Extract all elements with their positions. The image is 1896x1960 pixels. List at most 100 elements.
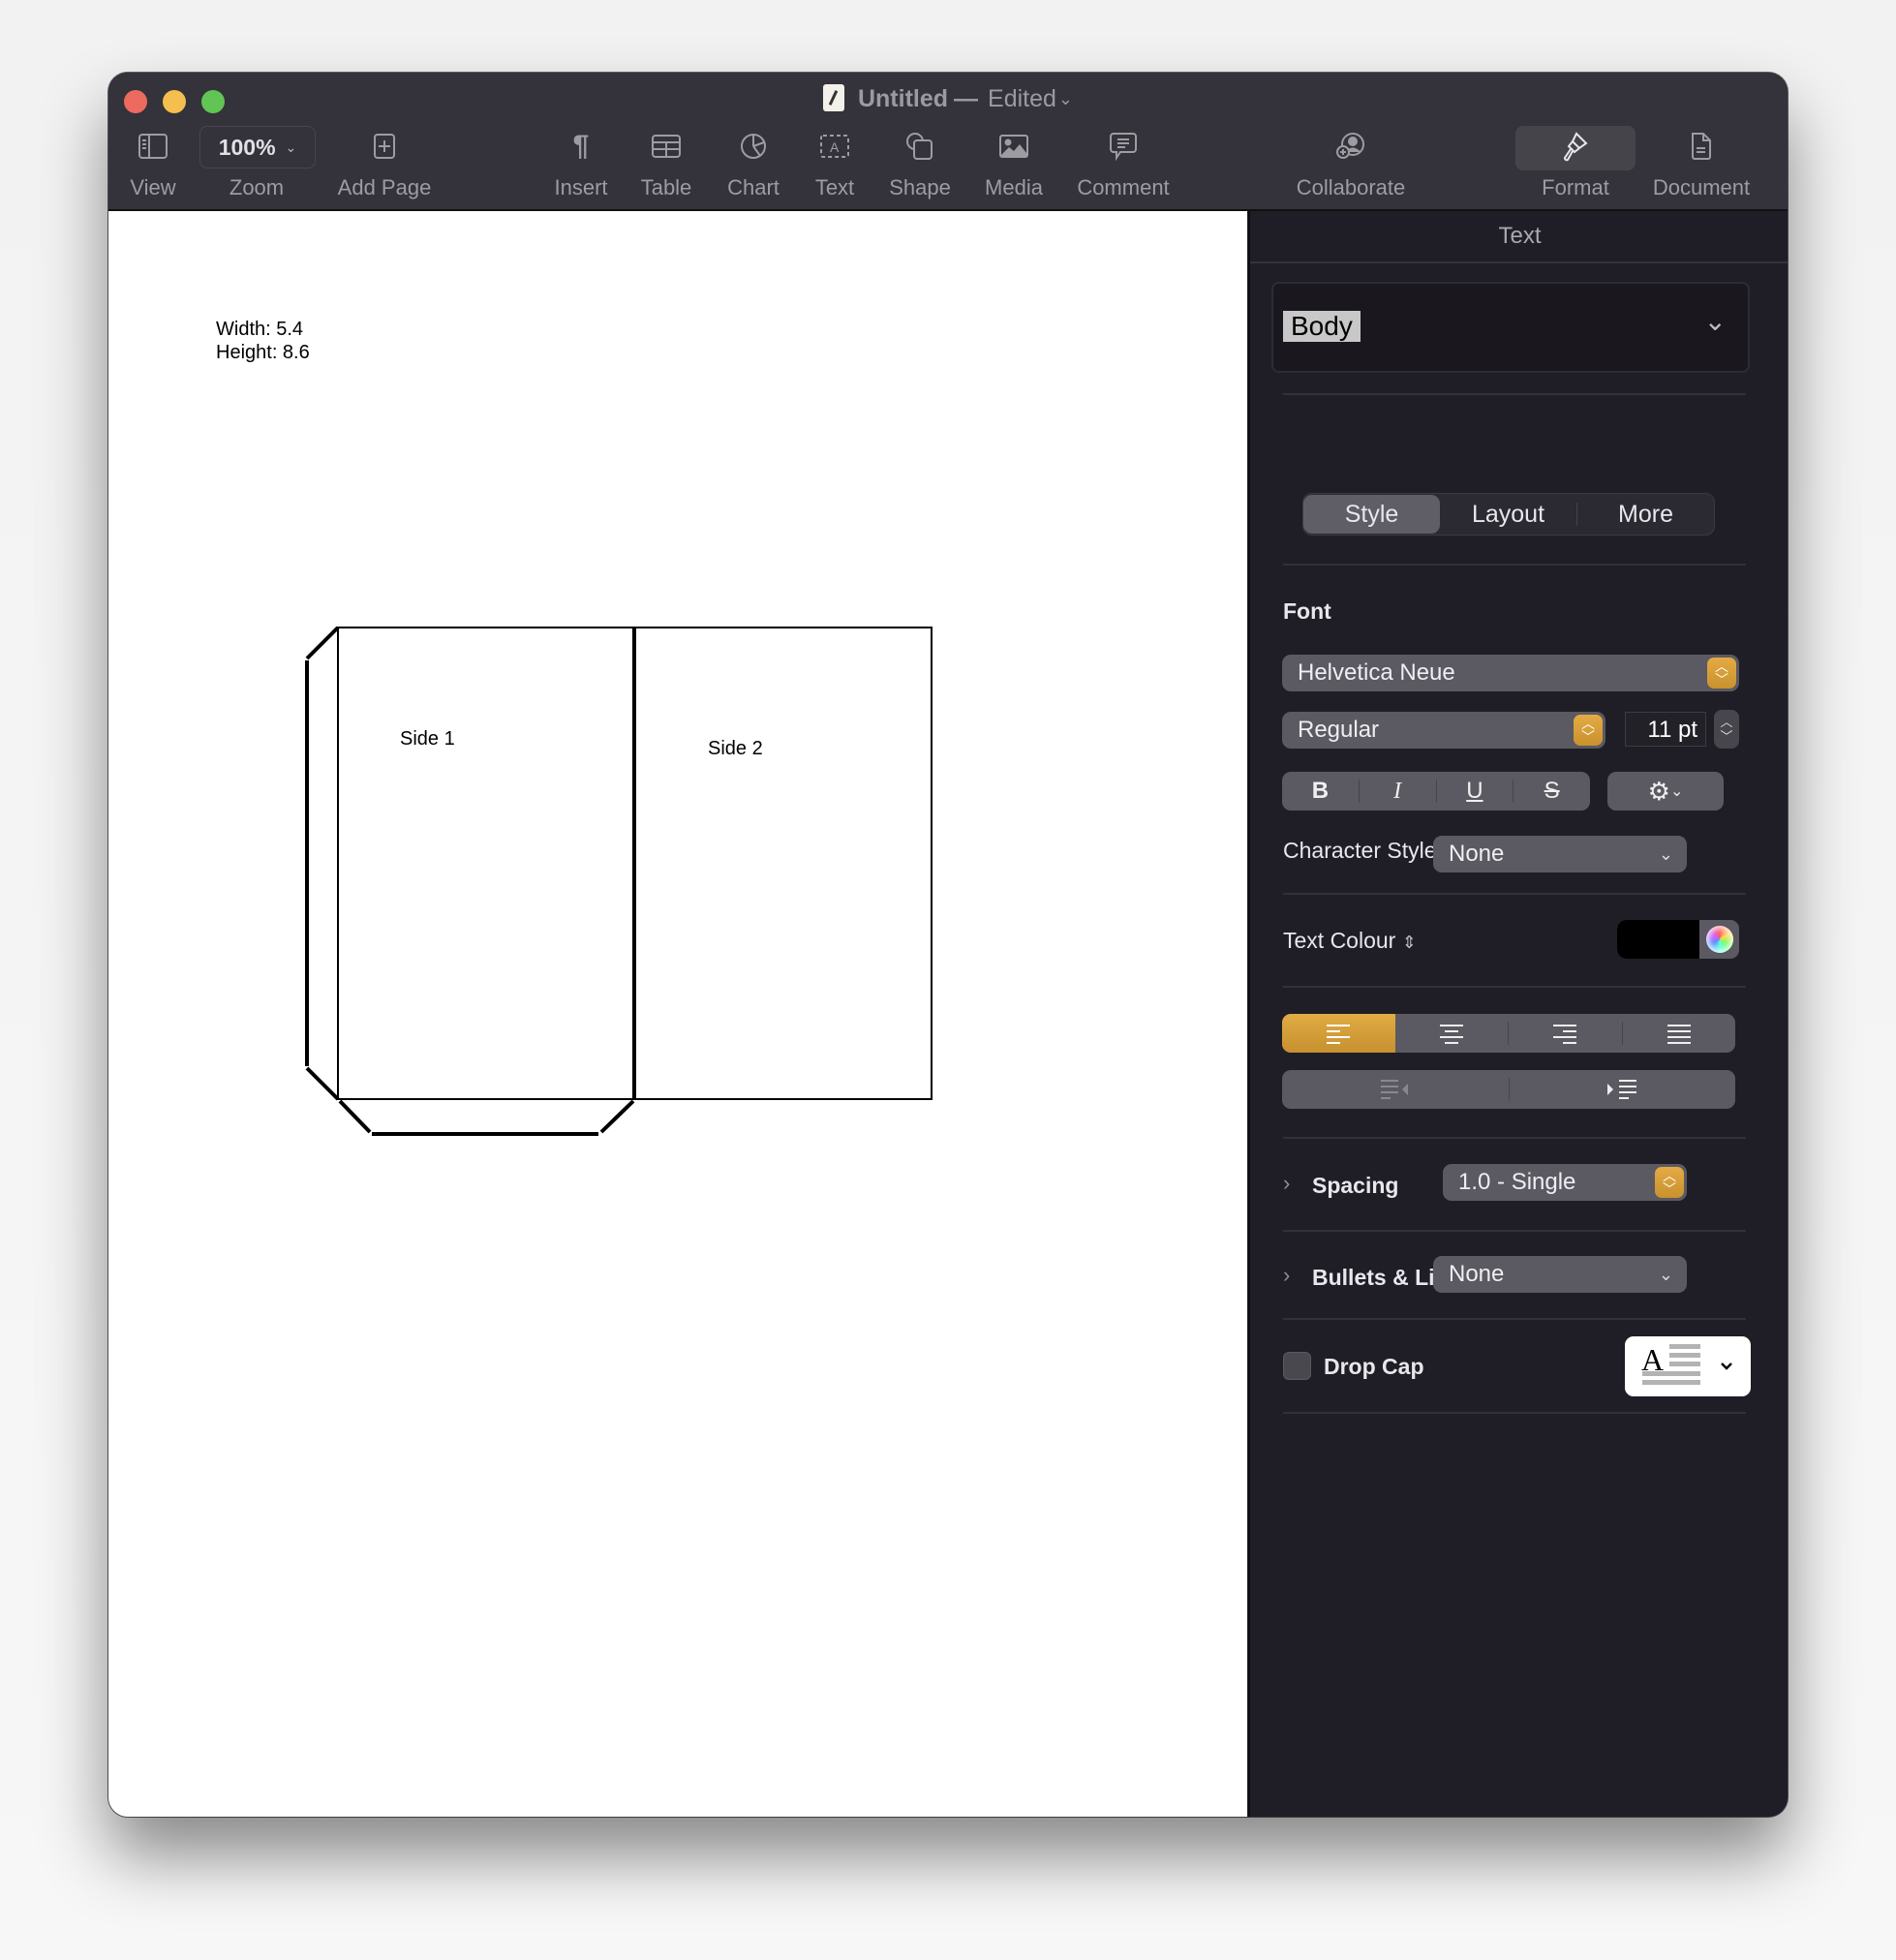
strikethrough-button[interactable]: S — [1514, 778, 1590, 805]
pages-document-icon — [822, 84, 844, 111]
paragraph-style-value: Body — [1283, 311, 1361, 342]
colour-wheel-icon[interactable] — [1706, 926, 1733, 953]
typeface-popup[interactable]: Regular ︿ ﹀ — [1282, 712, 1605, 749]
shape-button[interactable]: Shape — [883, 123, 957, 200]
text-style-buttons: B I U S — [1282, 772, 1590, 811]
tab-layout[interactable]: Layout — [1440, 495, 1576, 534]
chart-label: Chart — [727, 175, 780, 199]
bold-button[interactable]: B — [1282, 778, 1359, 805]
spacing-disclosure-chevron-icon[interactable]: › — [1283, 1171, 1290, 1196]
side-2-rectangle[interactable] — [633, 627, 933, 1100]
bullets-lists-value: None — [1449, 1261, 1505, 1287]
document-canvas[interactable]: Width: 5.4 Height: 8.6 Side 1 Side 2 — [108, 211, 1247, 1817]
chevron-down-icon: ⌄ — [1057, 89, 1074, 108]
decrease-indent-button[interactable] — [1282, 1070, 1509, 1109]
font-section-label: Font — [1283, 598, 1331, 624]
format-sidebar: Text Body ⌄ Style Layout More Font Helve… — [1248, 211, 1788, 1817]
alignment-buttons — [1282, 1014, 1735, 1053]
underline-button[interactable]: U — [1437, 778, 1514, 805]
divider — [1283, 564, 1746, 566]
paintbrush-icon — [1515, 123, 1636, 169]
divider — [1283, 1230, 1746, 1232]
side-1-rectangle[interactable] — [337, 627, 635, 1100]
document-button[interactable]: Document — [1638, 123, 1764, 200]
bottom-flap-right-edge[interactable] — [599, 1099, 635, 1134]
chevron-down-icon: ⌄ — [1658, 1265, 1673, 1284]
zoom-label: Zoom — [229, 175, 285, 199]
envelope-diagram[interactable] — [108, 211, 1247, 1817]
toolbar: Untitled — Edited ⌄ View 100% ⌄ Zoom Add Pa… — [108, 73, 1788, 211]
justify-button[interactable] — [1623, 1014, 1736, 1053]
up-down-chevron-icon: ⇕ — [1401, 933, 1417, 952]
font-size-stepper[interactable]: ︿ ﹀ — [1714, 710, 1739, 749]
side-1-label[interactable]: Side 1 — [400, 728, 455, 750]
chevron-down-icon — [1721, 1363, 1732, 1370]
align-center-button[interactable] — [1395, 1014, 1509, 1053]
align-right-button[interactable] — [1509, 1014, 1622, 1053]
text-colour-well[interactable] — [1617, 920, 1739, 959]
media-label: Media — [985, 175, 1043, 199]
align-center-icon — [1439, 1025, 1463, 1044]
tab-more[interactable]: More — [1577, 495, 1714, 534]
view-button[interactable]: View — [108, 123, 198, 200]
chevron-down-icon: ⌄ — [1669, 783, 1684, 800]
up-down-chevron-icon: ︿ ﹀ — [1655, 1167, 1684, 1198]
font-family-value: Helvetica Neue — [1298, 659, 1455, 686]
text-colour-swatch[interactable] — [1617, 920, 1699, 959]
text-label: Text — [814, 175, 855, 199]
comment-button[interactable]: Comment — [1070, 123, 1177, 200]
character-styles-popup[interactable]: None ⌄ — [1433, 836, 1687, 873]
insert-button[interactable]: ¶ Insert — [542, 123, 620, 200]
left-flap-top-edge[interactable] — [305, 626, 340, 660]
chevron-up-icon[interactable]: ︿ — [1720, 715, 1732, 729]
drop-cap-label[interactable]: Drop Cap — [1324, 1354, 1424, 1380]
increase-indent-button[interactable] — [1510, 1070, 1736, 1109]
add-page-button[interactable]: Add Page — [331, 123, 438, 200]
text-button[interactable]: A Text — [806, 123, 864, 200]
collaborate-button[interactable]: Collaborate — [1288, 123, 1414, 200]
paragraph-style-dropdown[interactable]: Body ⌄ — [1271, 282, 1750, 373]
bottom-flap-left-edge[interactable] — [338, 1099, 372, 1134]
chevron-down-icon: ⌄ — [1658, 844, 1673, 864]
align-left-button[interactable] — [1282, 1014, 1395, 1053]
table-label: Table — [640, 175, 692, 199]
bullets-lists-popup[interactable]: None ⌄ — [1433, 1256, 1687, 1293]
table-button[interactable]: Table — [631, 123, 701, 200]
document-icon — [1638, 123, 1764, 169]
spacing-popup[interactable]: 1.0 - Single ︿ ﹀ — [1443, 1164, 1687, 1201]
format-button[interactable]: Format — [1515, 123, 1636, 200]
divider — [1283, 986, 1746, 988]
divider — [1283, 1412, 1746, 1414]
sidebar-header: Text — [1250, 211, 1788, 263]
chevron-down-icon[interactable]: ﹀ — [1720, 729, 1732, 744]
sidebar-icon — [108, 123, 198, 169]
italic-button[interactable]: I — [1360, 779, 1436, 805]
bullets-disclosure-chevron-icon[interactable]: › — [1283, 1263, 1290, 1288]
shape-label: Shape — [889, 175, 951, 199]
text-colour-text: Text Colour — [1283, 928, 1396, 953]
media-icon — [975, 123, 1053, 169]
advanced-options-button[interactable]: ⚙⌄ — [1607, 772, 1724, 811]
left-flap-bottom-edge[interactable] — [305, 1066, 340, 1101]
shape-icon — [883, 123, 957, 169]
pilcrow-icon: ¶ — [572, 130, 590, 162]
add-page-icon — [331, 123, 438, 169]
drop-cap-style-popup[interactable]: A — [1625, 1336, 1751, 1396]
drop-cap-checkbox[interactable] — [1283, 1352, 1311, 1380]
side-2-label[interactable]: Side 2 — [708, 738, 763, 760]
title-separator: — — [954, 85, 979, 112]
chart-button[interactable]: Chart — [719, 123, 788, 200]
add-page-label: Add Page — [337, 175, 432, 199]
window-title[interactable]: Untitled — Edited ⌄ — [108, 84, 1788, 113]
divider — [1283, 893, 1746, 895]
tab-style[interactable]: Style — [1303, 495, 1440, 534]
insert-label: Insert — [554, 175, 608, 199]
font-family-popup[interactable]: Helvetica Neue ︿ ﹀ — [1282, 655, 1739, 691]
text-colour-label[interactable]: Text Colour ⇕ — [1283, 928, 1417, 954]
media-button[interactable]: Media — [975, 123, 1053, 200]
comment-label: Comment — [1077, 175, 1170, 199]
format-tabs: Style Layout More — [1302, 493, 1715, 536]
document-label: Document — [1652, 175, 1751, 199]
font-size-field[interactable]: 11 pt — [1625, 712, 1706, 747]
spacing-label[interactable]: Spacing — [1312, 1173, 1398, 1199]
